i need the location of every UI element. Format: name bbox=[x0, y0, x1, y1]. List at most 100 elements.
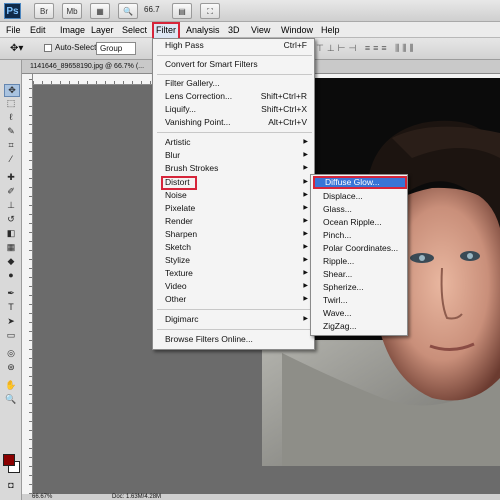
submenu-item-twirl[interactable]: Twirl... bbox=[323, 294, 407, 307]
submenu-item-zigzag[interactable]: ZigZag... bbox=[323, 320, 407, 333]
menu-item-vanishing-point[interactable]: Vanishing Point... Alt+Ctrl+V bbox=[165, 116, 313, 129]
menu-item-liquify[interactable]: Liquify... Shift+Ctrl+X bbox=[165, 103, 313, 116]
submenu-item-diffuse-glow[interactable]: Diffuse Glow... bbox=[313, 176, 407, 189]
submenu-item-polar-coordinates[interactable]: Polar Coordinates... bbox=[323, 242, 407, 255]
submenu-arrow-icon: ▶ bbox=[303, 152, 308, 158]
eyedropper-tool-icon[interactable]: ⁄ bbox=[4, 154, 18, 165]
menu-divider bbox=[157, 329, 312, 330]
menu-item-noise[interactable]: Noise ▶ bbox=[165, 189, 313, 202]
zoom-tool-icon[interactable]: 🔍 bbox=[4, 394, 18, 405]
submenu-item-spherize[interactable]: Spherize... bbox=[323, 281, 407, 294]
submenu-arrow-icon: ▶ bbox=[303, 192, 308, 198]
menu-edit[interactable]: Edit bbox=[28, 22, 48, 38]
submenu-arrow-icon: ▶ bbox=[303, 205, 308, 211]
lasso-tool-icon[interactable]: ℓ bbox=[4, 112, 18, 123]
crop-tool-icon[interactable]: ⌗ bbox=[4, 140, 18, 151]
bridge-icon[interactable]: Br bbox=[34, 3, 54, 19]
submenu-arrow-icon: ▶ bbox=[303, 139, 308, 145]
menu-item-blur[interactable]: Blur ▶ bbox=[165, 149, 313, 162]
photoshop-logo: Ps bbox=[4, 3, 21, 19]
history-brush-tool-icon[interactable]: ↺ bbox=[4, 214, 18, 225]
quick-select-tool-icon[interactable]: ✎ bbox=[4, 126, 18, 137]
menu-item-sharpen[interactable]: Sharpen ▶ bbox=[165, 228, 313, 241]
menu-help[interactable]: Help bbox=[319, 22, 342, 38]
submenu-arrow-icon: ▶ bbox=[303, 244, 308, 250]
clone-stamp-tool-icon[interactable]: ⊥ bbox=[4, 200, 18, 211]
eraser-tool-icon[interactable]: ◧ bbox=[4, 228, 18, 239]
menu-file[interactable]: File bbox=[4, 22, 23, 38]
move-tool-icon[interactable]: ✥▾ bbox=[10, 43, 23, 54]
menu-item-pixelate[interactable]: Pixelate ▶ bbox=[165, 202, 313, 215]
submenu-arrow-icon: ▶ bbox=[303, 270, 308, 276]
submenu-item-ripple[interactable]: Ripple... bbox=[323, 255, 407, 268]
menu-view[interactable]: View bbox=[249, 22, 272, 38]
menu-item-convert-smart-filters[interactable]: Convert for Smart Filters bbox=[165, 58, 313, 71]
submenu-arrow-icon: ▶ bbox=[303, 257, 308, 263]
application-bar: Ps Br Mb ▦ 🔍 66.7 ▤ ⛶ bbox=[0, 0, 500, 22]
submenu-item-shear[interactable]: Shear... bbox=[323, 268, 407, 281]
menu-item-video[interactable]: Video ▶ bbox=[165, 280, 313, 293]
menu-item-digimarc[interactable]: Digimarc ▶ bbox=[165, 313, 313, 326]
menu-item-filter-gallery[interactable]: Filter Gallery... bbox=[165, 77, 313, 90]
menu-divider bbox=[157, 55, 312, 56]
screen-mode-icon[interactable]: ⛶ bbox=[200, 3, 220, 19]
filter-menu: High Pass Ctrl+F Convert for Smart Filter… bbox=[152, 38, 315, 350]
submenu-arrow-icon: ▶ bbox=[303, 165, 308, 171]
menu-item-lens-correction[interactable]: Lens Correction... Shift+Ctrl+R bbox=[165, 90, 313, 103]
submenu-item-displace[interactable]: Displace... bbox=[323, 190, 407, 203]
submenu-arrow-icon: ▶ bbox=[303, 231, 308, 237]
distort-submenu: Diffuse Glow... Displace... Glass... Oce… bbox=[310, 174, 408, 336]
hand-tool-icon[interactable]: ✋ bbox=[4, 380, 18, 391]
foreground-color-swatch[interactable] bbox=[3, 454, 15, 466]
menu-item-artistic[interactable]: Artistic ▶ bbox=[165, 136, 313, 149]
marquee-tool-icon[interactable]: ⬚ bbox=[4, 98, 18, 109]
menu-item-render[interactable]: Render ▶ bbox=[165, 215, 313, 228]
menu-item-sketch[interactable]: Sketch ▶ bbox=[165, 241, 313, 254]
3d-rotate-tool-icon[interactable]: ◎ bbox=[4, 348, 18, 359]
blur-tool-icon[interactable]: ◆ bbox=[4, 256, 18, 267]
menu-3d[interactable]: 3D bbox=[226, 22, 242, 38]
submenu-item-pinch[interactable]: Pinch... bbox=[323, 229, 407, 242]
gradient-tool-icon[interactable]: ▦ bbox=[4, 242, 18, 253]
menu-image[interactable]: Image bbox=[58, 22, 87, 38]
dodge-tool-icon[interactable]: ● bbox=[4, 270, 18, 281]
submenu-item-glass[interactable]: Glass... bbox=[323, 203, 407, 216]
menu-item-distort[interactable]: Distort ▶ bbox=[165, 176, 313, 189]
arrange-documents-icon[interactable]: ▤ bbox=[172, 3, 192, 19]
auto-select-checkbox[interactable] bbox=[44, 44, 52, 52]
submenu-item-ocean-ripple[interactable]: Ocean Ripple... bbox=[323, 216, 407, 229]
menu-item-stylize[interactable]: Stylize ▶ bbox=[165, 254, 313, 267]
vertical-ruler[interactable] bbox=[22, 74, 33, 494]
path-selection-tool-icon[interactable]: ➤ bbox=[4, 316, 18, 327]
menu-item-high-pass[interactable]: High Pass Ctrl+F bbox=[165, 39, 313, 52]
menu-item-other[interactable]: Other ▶ bbox=[165, 293, 313, 306]
menu-select[interactable]: Select bbox=[120, 22, 149, 38]
status-bar: 66.67% Doc: 1.63M/4.28M bbox=[22, 494, 500, 500]
pen-tool-icon[interactable]: ✒ bbox=[4, 288, 18, 299]
status-doc-size: Doc: 1.63M/4.28M bbox=[112, 494, 162, 500]
menu-divider bbox=[157, 132, 312, 133]
mini-bridge-icon[interactable]: Mb bbox=[62, 3, 82, 19]
quick-mask-icon[interactable]: ◘ bbox=[4, 480, 18, 491]
type-tool-icon[interactable]: T bbox=[4, 302, 18, 313]
shape-tool-icon[interactable]: ▭ bbox=[4, 330, 18, 341]
brush-tool-icon[interactable]: ✐ bbox=[4, 186, 18, 197]
extras-icon[interactable]: ▦ bbox=[90, 3, 110, 19]
move-tool-icon[interactable]: ✥ bbox=[4, 84, 20, 97]
menu-item-brush-strokes[interactable]: Brush Strokes ▶ bbox=[165, 162, 313, 175]
tools-panel: ✥ ⬚ ℓ ✎ ⌗ ⁄ ✚ ✐ ⊥ ↺ ◧ ▦ ◆ ● ✒ T ➤ ▭ ◎ ⊛ … bbox=[0, 60, 22, 500]
submenu-item-wave[interactable]: Wave... bbox=[323, 307, 407, 320]
menu-window[interactable]: Window bbox=[279, 22, 315, 38]
auto-select-dropdown[interactable]: Group bbox=[96, 42, 136, 55]
healing-brush-tool-icon[interactable]: ✚ bbox=[4, 172, 18, 183]
menu-item-texture[interactable]: Texture ▶ bbox=[165, 267, 313, 280]
menu-item-browse-filters-online[interactable]: Browse Filters Online... bbox=[165, 333, 313, 346]
align-icons[interactable]: ⊤⊥⊢⊣ ≡≡≡ ⫼⫼⫼ bbox=[316, 43, 417, 54]
zoom-level-icon[interactable]: 🔍 bbox=[118, 3, 138, 19]
menu-analysis[interactable]: Analysis bbox=[184, 22, 222, 38]
status-zoom[interactable]: 66.67% bbox=[32, 494, 52, 500]
submenu-arrow-icon: ▶ bbox=[303, 316, 308, 322]
menu-layer[interactable]: Layer bbox=[89, 22, 116, 38]
3d-orbit-tool-icon[interactable]: ⊛ bbox=[4, 362, 18, 373]
zoom-level-value[interactable]: 66.7 bbox=[144, 5, 160, 14]
